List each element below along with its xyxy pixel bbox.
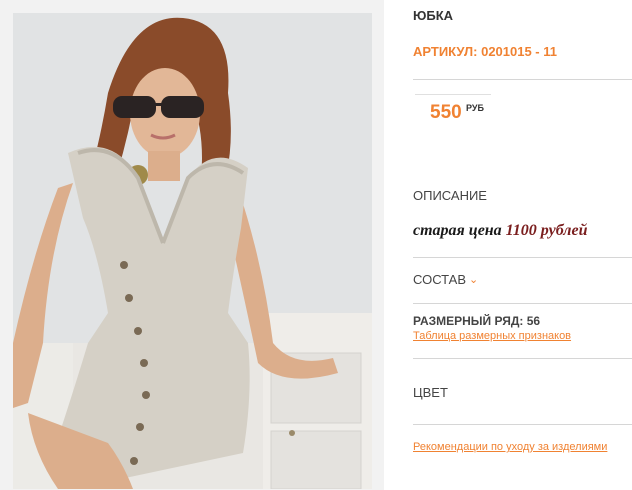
- old-price-value: 1100: [505, 222, 537, 239]
- size-range: РАЗМЕРНЫЙ РЯД: 56: [413, 314, 541, 328]
- product-title: ЮБКА: [413, 8, 454, 23]
- composition-toggle[interactable]: СОСТАВ ⌄: [413, 272, 478, 287]
- product-sku: АРТИКУЛ: 0201015 - 11: [413, 44, 557, 59]
- price-box-border: [415, 94, 491, 95]
- product-price: 550: [430, 102, 462, 123]
- product-photo-illustration: [13, 13, 372, 489]
- chevron-down-icon: ⌄: [469, 274, 479, 286]
- composition-heading: СОСТАВ: [413, 272, 467, 287]
- old-price-prefix: старая цена: [413, 222, 502, 239]
- divider: [413, 257, 632, 258]
- divider: [413, 358, 632, 359]
- product-image-frame: [0, 0, 384, 490]
- description-heading: ОПИСАНИЕ: [413, 188, 487, 203]
- price-currency: РУБ: [466, 103, 484, 113]
- divider: [413, 424, 632, 425]
- product-photo[interactable]: [13, 13, 372, 489]
- divider: [413, 79, 632, 80]
- old-price-note: старая цена 1100 рублей: [413, 222, 587, 240]
- care-instructions-link[interactable]: Рекомендации по уходу за изделиями: [413, 441, 607, 453]
- old-price-suffix: рублей: [540, 222, 588, 239]
- divider: [413, 303, 632, 304]
- color-heading: ЦВЕТ: [413, 385, 448, 400]
- size-table-link[interactable]: Таблица размерных признаков: [413, 330, 571, 342]
